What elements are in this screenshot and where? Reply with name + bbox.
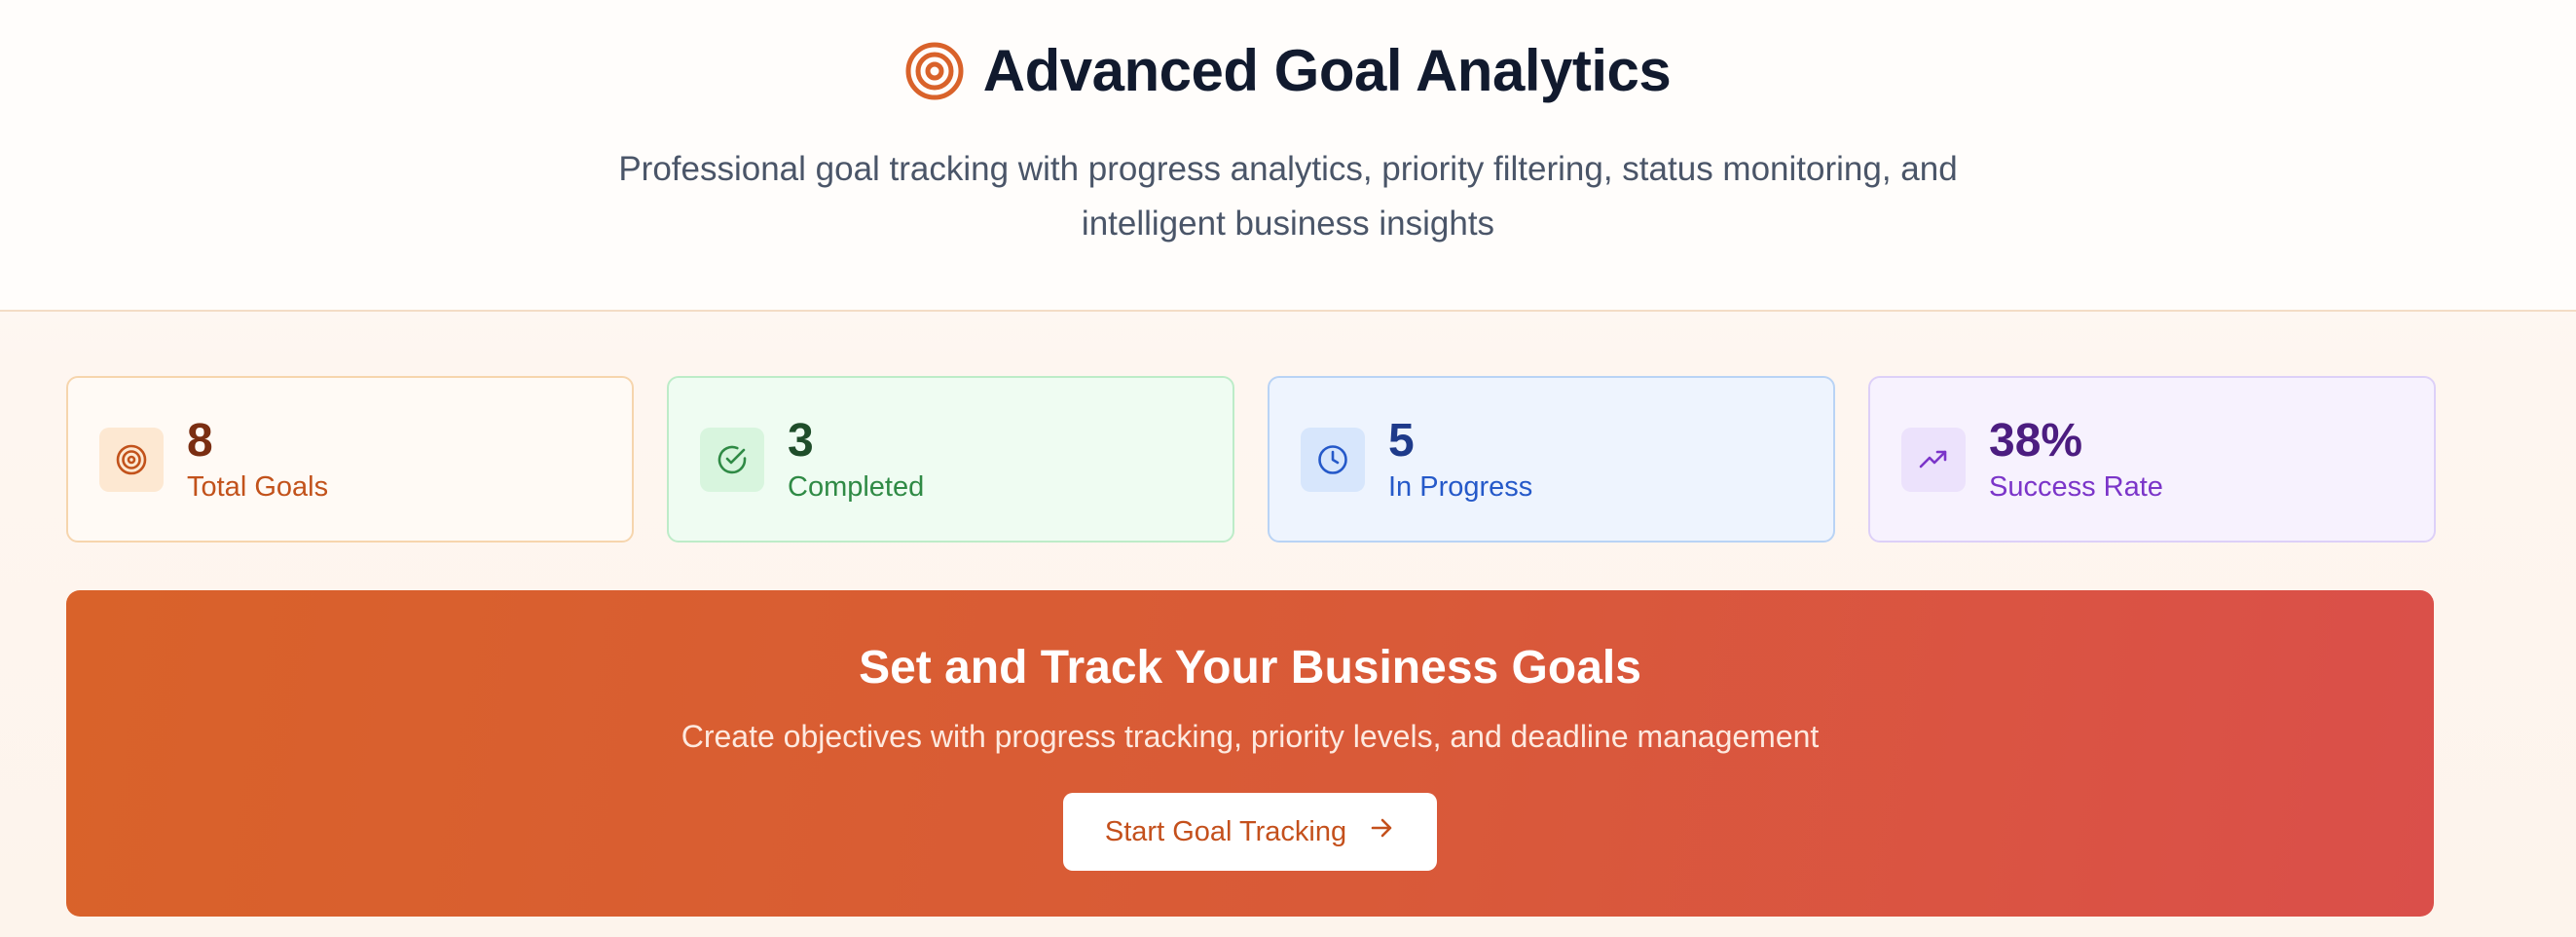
stat-card-completed: 3 Completed <box>667 376 1234 543</box>
stat-card-in-progress: 5 In Progress <box>1268 376 1835 543</box>
arrow-right-icon <box>1368 814 1395 849</box>
stat-label: Completed <box>788 471 925 503</box>
stat-card-total-goals: 8 Total Goals <box>66 376 634 543</box>
goal-tracking-banner: Set and Track Your Business Goals Create… <box>66 590 2434 917</box>
stat-value: 38% <box>1989 415 2083 467</box>
stat-label: In Progress <box>1388 471 1533 503</box>
stat-value: 5 <box>1388 415 1415 467</box>
target-icon <box>99 427 164 492</box>
banner-title: Set and Track Your Business Goals <box>859 642 1641 693</box>
stat-label: Success Rate <box>1989 471 2163 503</box>
page-title: Advanced Goal Analytics <box>982 38 1672 103</box>
banner-description: Create objectives with progress tracking… <box>681 719 1820 754</box>
page-subtitle: Professional goal tracking with progress… <box>618 150 1958 243</box>
page-header: Advanced Goal Analytics Professional goa… <box>0 0 2576 312</box>
stat-value: 8 <box>187 415 213 467</box>
target-icon <box>905 42 964 100</box>
check-circle-icon <box>700 427 764 492</box>
stats-row: 8 Total Goals 3 Completed 5 In Progress <box>66 376 2436 543</box>
stat-label: Total Goals <box>187 471 329 503</box>
stat-card-success-rate: 38% Success Rate <box>1868 376 2436 543</box>
button-label: Start Goal Tracking <box>1104 815 1347 847</box>
clock-icon <box>1301 427 1365 492</box>
title-row: Advanced Goal Analytics <box>0 37 2576 104</box>
stat-value: 3 <box>788 415 814 467</box>
trending-up-icon <box>1901 427 1966 492</box>
start-goal-tracking-button[interactable]: Start Goal Tracking <box>1063 793 1437 871</box>
